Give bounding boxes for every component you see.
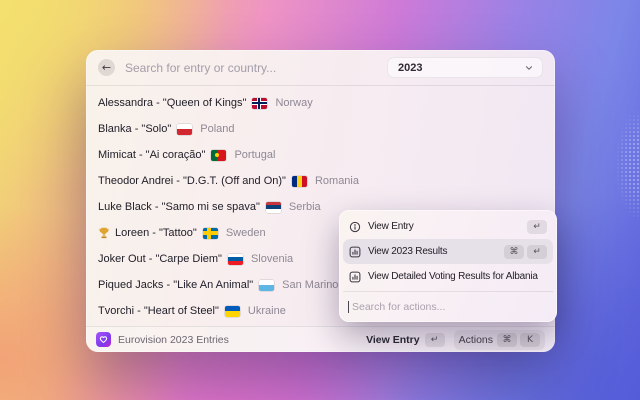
entry-country: Portugal xyxy=(234,149,275,161)
country-flag-icon xyxy=(266,202,281,213)
country-flag-icon xyxy=(225,306,240,317)
keyboard-shortcut-key: K xyxy=(520,333,540,347)
footer-actions-button[interactable]: Actions ⌘K xyxy=(454,330,545,350)
text-caret xyxy=(348,301,349,313)
actions-search-input[interactable] xyxy=(350,300,548,314)
keyboard-shortcut-key: ⌘ xyxy=(497,333,517,347)
action-label: View 2023 Results xyxy=(368,246,447,257)
entry-country: Norway xyxy=(275,97,312,109)
entry-country: Slovenia xyxy=(251,253,293,265)
entry-title: Theodor Andrei - "D.G.T. (Off and On)" xyxy=(98,175,286,187)
header: ← 2023 xyxy=(86,50,555,86)
action-item[interactable]: View Entry ↵ xyxy=(343,214,553,239)
entry-country: Sweden xyxy=(226,227,266,239)
footer-actions-keys: ⌘K xyxy=(497,333,540,347)
entry-row[interactable]: Theodor Andrei - "D.G.T. (Off and On)" Ro… xyxy=(94,168,547,194)
entry-country: Romania xyxy=(315,175,359,187)
country-flag-icon xyxy=(177,124,192,135)
action-item[interactable]: View Detailed Voting Results for Albania xyxy=(343,264,553,289)
winner-trophy-icon xyxy=(98,227,110,239)
arrow-left-icon: ← xyxy=(102,62,111,73)
info-icon xyxy=(349,221,361,233)
footer-bar: Eurovision 2023 Entries View Entry ↵ Act… xyxy=(86,326,555,352)
footer-primary-keys: ↵ xyxy=(425,333,445,347)
actions-panel: View Entry ↵ View 2023 Results ⌘↵ View Detai… xyxy=(339,210,557,322)
entry-title: Blanka - "Solo" xyxy=(98,123,171,135)
action-shortcut-keys: ↵ xyxy=(527,220,547,234)
country-flag-icon xyxy=(292,176,307,187)
chart-icon xyxy=(349,271,361,283)
entry-country: San Marino xyxy=(282,279,338,291)
year-dropdown[interactable]: 2023 xyxy=(387,57,543,78)
entry-title: Luke Black - "Samo mi se spava" xyxy=(98,201,260,213)
background-dot-pattern xyxy=(604,110,640,232)
footer-actions-label: Actions xyxy=(459,334,493,346)
entry-row[interactable]: Mimicat - "Ai coração" Portugal xyxy=(94,142,547,168)
entry-title: Alessandra - "Queen of Kings" xyxy=(98,97,246,109)
entry-title: Joker Out - "Carpe Diem" xyxy=(98,253,222,265)
entry-row[interactable]: Alessandra - "Queen of Kings" Norway xyxy=(94,90,547,116)
country-flag-icon xyxy=(259,280,274,291)
country-flag-icon xyxy=(252,98,267,109)
action-label: View Detailed Voting Results for Albania xyxy=(368,271,538,282)
country-flag-icon xyxy=(203,228,218,239)
eurovision-heart-icon xyxy=(96,332,111,347)
actions-panel-list: View Entry ↵ View 2023 Results ⌘↵ View Detai… xyxy=(343,214,553,289)
entry-title: Mimicat - "Ai coração" xyxy=(98,149,205,161)
panel-search xyxy=(343,294,553,320)
panel-divider xyxy=(343,291,553,292)
entry-country: Poland xyxy=(200,123,234,135)
keyboard-shortcut-key: ↵ xyxy=(527,245,547,259)
keyboard-shortcut-key: ⌘ xyxy=(504,245,524,259)
search-input[interactable] xyxy=(123,60,379,76)
action-shortcut-keys: ⌘↵ xyxy=(504,245,547,259)
entry-title: Loreen - "Tattoo" xyxy=(115,227,197,239)
entry-row[interactable]: Blanka - "Solo" Poland xyxy=(94,116,547,142)
back-button[interactable]: ← xyxy=(98,59,115,76)
action-item[interactable]: View 2023 Results ⌘↵ xyxy=(343,239,553,264)
entry-country: Serbia xyxy=(289,201,321,213)
keyboard-shortcut-key: ↵ xyxy=(425,333,445,347)
country-flag-icon xyxy=(211,150,226,161)
footer-primary-action[interactable]: View Entry xyxy=(366,334,420,346)
entry-title: Tvorchi - "Heart of Steel" xyxy=(98,305,219,317)
action-label: View Entry xyxy=(368,221,414,232)
entry-title: Piqued Jacks - "Like An Animal" xyxy=(98,279,253,291)
chevron-down-icon xyxy=(524,63,534,73)
chart-icon xyxy=(349,246,361,258)
year-dropdown-value: 2023 xyxy=(398,62,524,74)
entry-country: Ukraine xyxy=(248,305,286,317)
footer-app-label: Eurovision 2023 Entries xyxy=(118,334,229,346)
keyboard-shortcut-key: ↵ xyxy=(527,220,547,234)
country-flag-icon xyxy=(228,254,243,265)
